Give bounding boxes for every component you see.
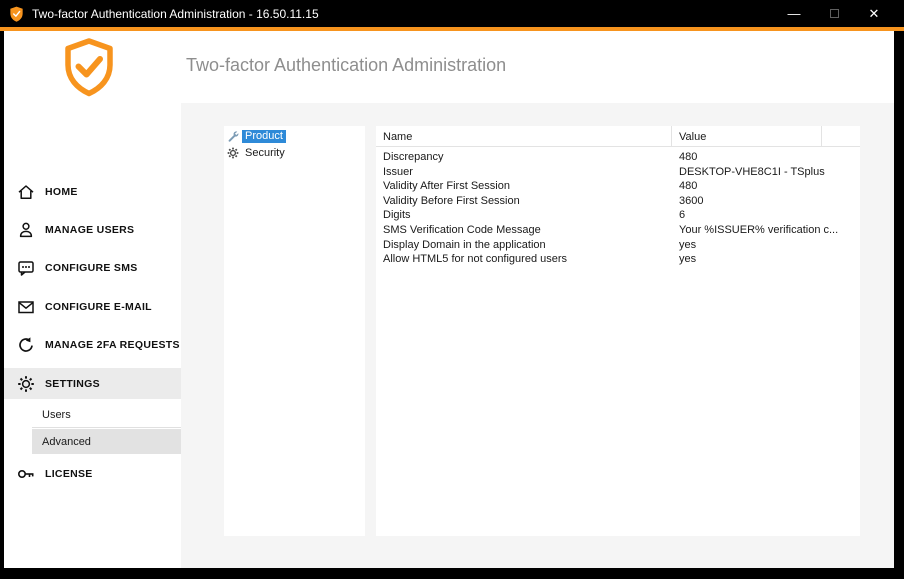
shield-check-icon — [9, 6, 24, 22]
maximize-button — [814, 0, 854, 27]
app-window: Two-factor Authentication Administration… — [0, 0, 904, 579]
rotate-arrow-icon — [17, 336, 35, 354]
maximize-icon — [830, 9, 839, 18]
sidebar-item-label: LICENSE — [45, 468, 93, 480]
setting-value: DESKTOP-VHE8C1I - TSplus — [679, 165, 825, 180]
table-row[interactable]: Validity Before First Session 3600 — [376, 194, 860, 209]
table-row[interactable]: Discrepancy 480 — [376, 150, 860, 165]
sidebar-item-label: CONFIGURE SMS — [45, 262, 138, 274]
settings-table-panel: Name Value Discrepancy 480 Issuer DESKTO… — [376, 126, 860, 536]
table-row[interactable]: Display Domain in the application yes — [376, 238, 860, 253]
tree-item-label: Security — [242, 147, 288, 160]
gear-icon — [17, 375, 35, 393]
setting-value: 480 — [679, 150, 697, 165]
table-row[interactable]: Validity After First Session 480 — [376, 179, 860, 194]
window-title: Two-factor Authentication Administration… — [32, 7, 319, 21]
column-header-value[interactable]: Value — [672, 126, 822, 147]
table-row[interactable]: Digits 6 — [376, 208, 860, 223]
setting-name: SMS Verification Code Message — [383, 223, 541, 238]
table-row[interactable]: Allow HTML5 for not configured users yes — [376, 252, 860, 267]
table-rows: Discrepancy 480 Issuer DESKTOP-VHE8C1I -… — [376, 150, 860, 267]
setting-name: Validity Before First Session — [383, 194, 520, 209]
settings-tree-panel: Product Security — [224, 126, 365, 536]
tree-item-product[interactable]: Product — [227, 129, 365, 143]
setting-name: Display Domain in the application — [383, 238, 546, 253]
wrench-icon — [227, 130, 239, 142]
sidebar-item-manage-users[interactable]: MANAGE USERS — [4, 215, 181, 245]
gear-icon — [227, 147, 239, 159]
sidebar-item-license[interactable]: LICENSE — [4, 459, 181, 489]
sidebar-item-manage-2fa-requests[interactable]: MANAGE 2FA REQUESTS — [4, 330, 181, 360]
sidebar-item-settings[interactable]: SETTINGS — [4, 368, 181, 399]
sidebar-subitem-users[interactable]: Users — [32, 403, 181, 428]
table-header: Name Value — [376, 126, 860, 147]
sidebar-item-label: MANAGE USERS — [45, 224, 134, 236]
column-header-name[interactable]: Name — [376, 126, 672, 147]
setting-value: yes — [679, 252, 696, 267]
minimize-button[interactable]: — — [774, 0, 814, 27]
sidebar-item-configure-email[interactable]: CONFIGURE E-MAIL — [4, 292, 181, 322]
key-icon — [17, 465, 35, 483]
setting-name: Issuer — [383, 165, 413, 180]
sidebar-item-label: CONFIGURE E-MAIL — [45, 301, 152, 313]
sidebar-item-label: HOME — [45, 186, 78, 198]
setting-value: 6 — [679, 208, 685, 223]
window-controls: — ✕ — [774, 0, 894, 27]
setting-name: Digits — [383, 208, 411, 223]
sidebar-item-home[interactable]: HOME — [4, 177, 181, 207]
sidebar-subitem-label: Users — [42, 409, 71, 421]
setting-name: Discrepancy — [383, 150, 444, 165]
table-row[interactable]: SMS Verification Code Message Your %ISSU… — [376, 223, 860, 238]
tree-item-label: Product — [242, 130, 286, 143]
chat-bubble-icon — [17, 259, 35, 277]
sidebar-item-label: MANAGE 2FA REQUESTS — [45, 339, 180, 351]
table-row[interactable]: Issuer DESKTOP-VHE8C1I - TSplus — [376, 165, 860, 180]
titlebar: Two-factor Authentication Administration… — [0, 0, 904, 27]
sidebar-item-label: SETTINGS — [45, 378, 100, 390]
envelope-icon — [17, 298, 35, 316]
tree-item-security[interactable]: Security — [227, 146, 365, 160]
setting-value: 480 — [679, 179, 697, 194]
sidebar-subitem-label: Advanced — [42, 436, 91, 448]
setting-value: yes — [679, 238, 696, 253]
setting-value: Your %ISSUER% verification c... — [679, 223, 838, 238]
setting-name: Allow HTML5 for not configured users — [383, 252, 567, 267]
sidebar-subitem-advanced[interactable]: Advanced — [32, 429, 181, 454]
user-icon — [17, 221, 35, 239]
setting-name: Validity After First Session — [383, 179, 510, 194]
page-title: Two-factor Authentication Administration — [186, 55, 506, 76]
home-icon — [17, 183, 35, 201]
close-button[interactable]: ✕ — [854, 0, 894, 27]
sidebar-item-configure-sms[interactable]: CONFIGURE SMS — [4, 253, 181, 283]
app-logo-shield-icon — [60, 37, 118, 97]
sidebar: HOME MANAGE USERS CONFIGURE SMS — [4, 103, 181, 568]
setting-value: 3600 — [679, 194, 703, 209]
window-body: Two-factor Authentication Administration… — [4, 31, 894, 568]
